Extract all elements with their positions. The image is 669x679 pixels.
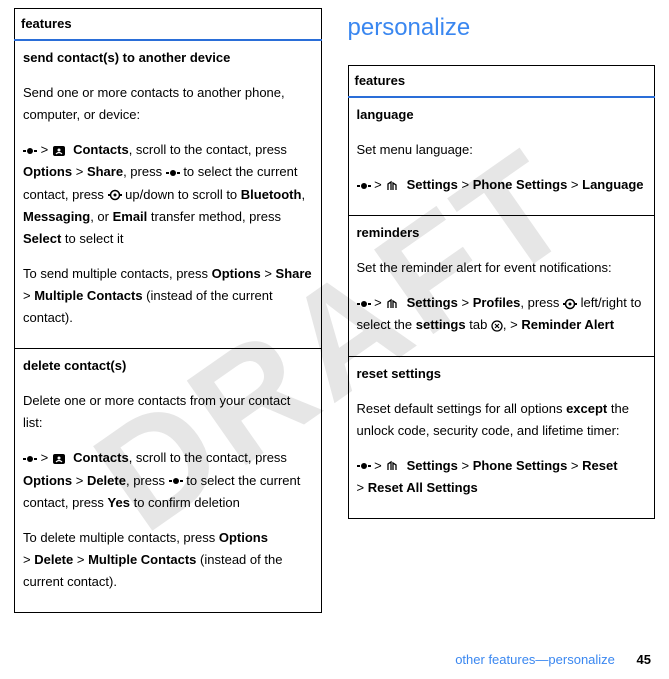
label-delete: Delete [87,473,126,488]
label-email: Email [113,209,148,224]
label-messaging: Messaging [23,209,90,224]
t: transfer method, press [147,209,281,224]
t: , scroll to the contact, press [129,142,287,157]
row-reset-settings: reset settings Reset default settings fo… [348,356,655,518]
row-language: language Set menu language: > Settings >… [348,97,655,216]
center-key-icon [23,146,37,156]
t: , press [126,473,169,488]
label-share: Share [87,164,123,179]
label-bluetooth: Bluetooth [241,187,302,202]
row-intro: Set menu language: [357,139,647,161]
row-multi: To delete multiple contacts, press Optio… [23,527,313,593]
label-select: Select [23,231,61,246]
row-intro: Delete one or more contacts from your co… [23,390,313,434]
row-send-contacts: send contact(s) to another device Send o… [15,40,322,349]
row-path: > Settings > Profiles, press left/right … [357,292,647,336]
row-path: > Settings > Phone Settings > Language [357,174,647,196]
nav-key-icon [563,298,577,310]
nav-key-icon [108,189,122,201]
label-options: Options [219,530,268,545]
right-table-header: features [348,65,655,97]
t: , or [90,209,112,224]
center-key-icon [357,461,371,471]
label-except: except [566,401,607,416]
contacts-icon [52,453,66,465]
contacts-icon [52,145,66,157]
row-intro: Send one or more contacts to another pho… [23,82,313,126]
t: Reset default settings for all options [357,401,567,416]
section-heading-personalize: personalize [348,8,656,49]
row-path: > Contacts, scroll to the contact, press… [23,139,313,249]
label-reset-all: Reset All Settings [368,480,478,495]
label-multiple-contacts: Multiple Contacts [88,552,196,567]
label-contacts: Contacts [73,450,129,465]
label-settings-word: settings [416,317,466,332]
t: , scroll to the contact, press [129,450,287,465]
label-yes: Yes [108,495,130,510]
label-settings: Settings [407,458,458,473]
row-title: language [357,104,647,126]
center-key-icon [169,476,183,486]
label-reminder-alert: Reminder Alert [521,317,614,332]
row-multi: To send multiple contacts, press Options… [23,263,313,329]
left-features-table: features send contact(s) to another devi… [14,8,322,613]
t: up/down to scroll to [122,187,241,202]
page-body: features send contact(s) to another devi… [0,0,669,613]
center-key-icon [23,454,37,464]
footer-text: other features—personalize [455,652,615,667]
t: , press [520,295,563,310]
t: To delete multiple contacts, press [23,530,219,545]
label-language: Language [582,177,643,192]
t: To send multiple contacts, press [23,266,212,281]
label-options: Options [212,266,261,281]
label-delete: Delete [34,552,73,567]
center-key-icon [357,299,371,309]
center-key-icon [357,181,371,191]
row-reminders: reminders Set the reminder alert for eve… [348,216,655,356]
label-profiles: Profiles [473,295,521,310]
label-reset: Reset [582,458,617,473]
t: to select it [61,231,123,246]
label-share: Share [276,266,312,281]
settings-icon [385,460,399,472]
t: , press [123,164,166,179]
settings-icon [385,298,399,310]
row-path: > Contacts, scroll to the contact, press… [23,447,313,513]
label-settings: Settings [407,177,458,192]
label-multiple-contacts: Multiple Contacts [34,288,142,303]
label-phone-settings: Phone Settings [473,458,568,473]
left-table-header: features [15,9,322,41]
page-number: 45 [637,652,651,667]
left-column: features send contact(s) to another devi… [14,8,322,613]
right-features-table: features language Set menu language: > S… [348,65,656,519]
page-footer: other features—personalize 45 [455,649,651,671]
row-path: > Settings > Phone Settings > Reset > Re… [357,455,647,499]
row-title: delete contact(s) [23,355,313,377]
right-column: personalize features language Set menu l… [348,8,656,613]
settings-icon [385,180,399,192]
label-contacts: Contacts [73,142,129,157]
row-intro: Set the reminder alert for event notific… [357,257,647,279]
t: to confirm deletion [130,495,240,510]
row-intro: Reset default settings for all options e… [357,398,647,442]
row-title: reset settings [357,363,647,385]
label-options: Options [23,164,72,179]
row-title: reminders [357,222,647,244]
t: tab [466,317,491,332]
label-phone-settings: Phone Settings [473,177,568,192]
label-options: Options [23,473,72,488]
center-key-icon [166,168,180,178]
label-settings: Settings [407,295,458,310]
row-title: send contact(s) to another device [23,47,313,69]
tools-tab-icon [491,320,503,332]
row-delete-contacts: delete contact(s) Delete one or more con… [15,349,322,613]
